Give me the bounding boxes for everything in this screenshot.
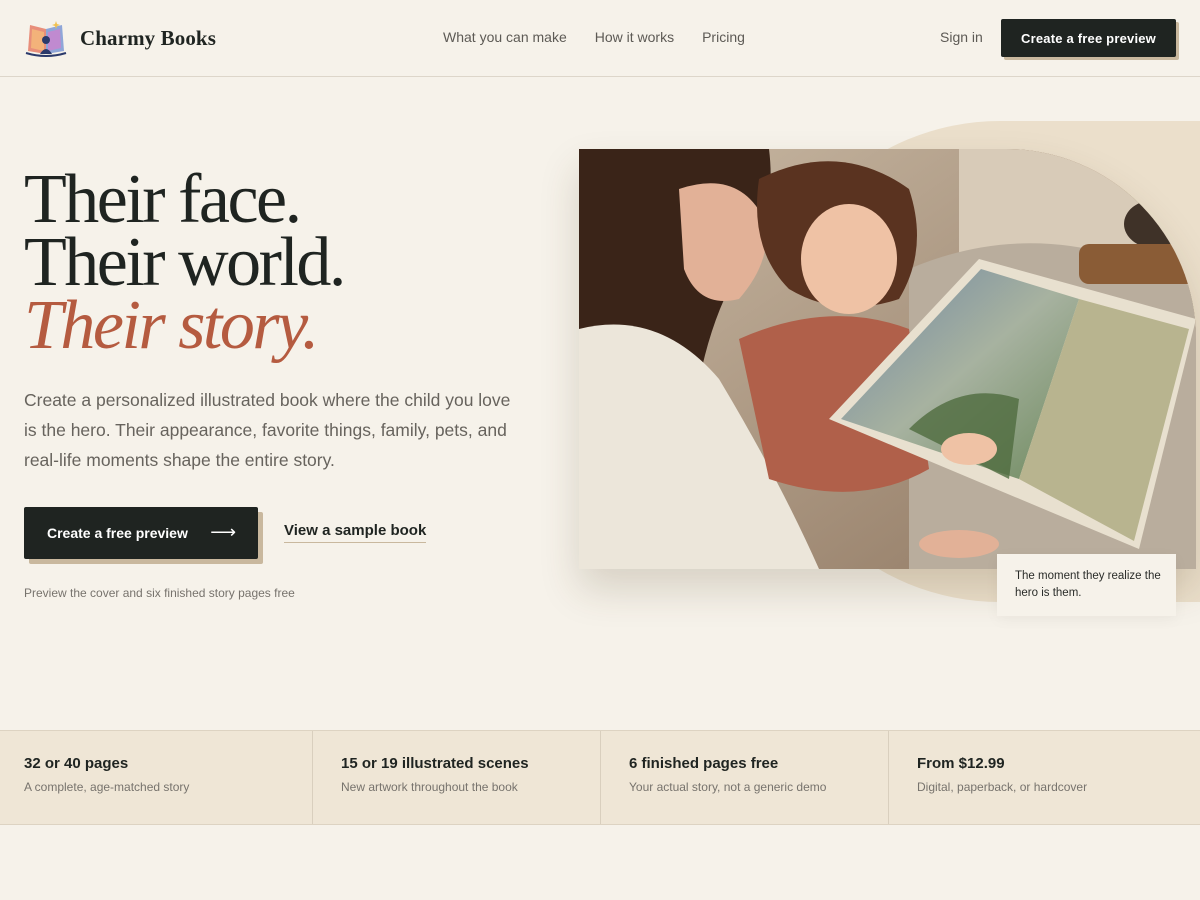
mother-child-reading-illustration [579,149,1196,569]
site-header: Charmy Books What you can make How it wo… [0,0,1200,77]
sign-in-link[interactable]: Sign in [940,28,983,46]
stat-title: From $12.99 [917,755,1005,772]
stat-subtitle: Digital, paperback, or hardcover [917,780,1088,794]
nav-link-what-you-can-make[interactable]: What you can make [443,28,567,46]
stat-free-pages: 6 finished pages free Your actual story,… [601,731,889,824]
stat-subtitle: New artwork throughout the book [341,780,518,794]
headline-line-2: Their world. [24,224,346,301]
stat-subtitle: A complete, age-matched story [24,780,190,794]
stat-price: From $12.99 Digital, paperback, or hardc… [889,731,1200,824]
stats-band: 32 or 40 pages A complete, age-matched s… [0,730,1200,825]
landing-page: Charmy Books What you can make How it wo… [0,0,1200,900]
nav-link-pricing[interactable]: Pricing [702,28,745,46]
free-preview-note: Preview the cover and six finished story… [24,586,295,600]
brand-link[interactable]: Charmy Books [24,18,216,58]
open-book-icon [25,21,67,57]
hero-description: Create a personalized illustrated book w… [24,390,511,470]
brand-name: Charmy Books [80,25,216,50]
hero-create-preview-button[interactable]: Create a free preview ⟶ [24,507,258,559]
main-nav: What you can make How it works Pricing [443,28,773,46]
hero-photo [579,149,1196,569]
stat-title: 15 or 19 illustrated scenes [341,755,529,772]
stat-title: 32 or 40 pages [24,755,129,772]
arrow-right-icon: ⟶ [210,522,236,542]
hero-headline: Their face. Their world. Their story. [24,161,544,364]
stat-title: 6 finished pages free [629,755,779,772]
stat-scenes: 15 or 19 illustrated scenes New artwork … [313,731,601,824]
photo-caption: The moment they realize the hero is them… [997,554,1176,616]
stat-pages: 32 or 40 pages A complete, age-matched s… [0,731,313,824]
headline-line-1: Their face. [24,161,302,238]
nav-link-how-it-works[interactable]: How it works [595,28,674,46]
hero-cta-label: Create a free preview [47,525,188,541]
stat-subtitle: Your actual story, not a generic demo [629,780,827,794]
headline-line-3: Their story. [24,287,319,364]
header-create-preview-button[interactable]: Create a free preview [1001,19,1176,57]
view-sample-book-link[interactable]: View a sample book [284,522,427,543]
